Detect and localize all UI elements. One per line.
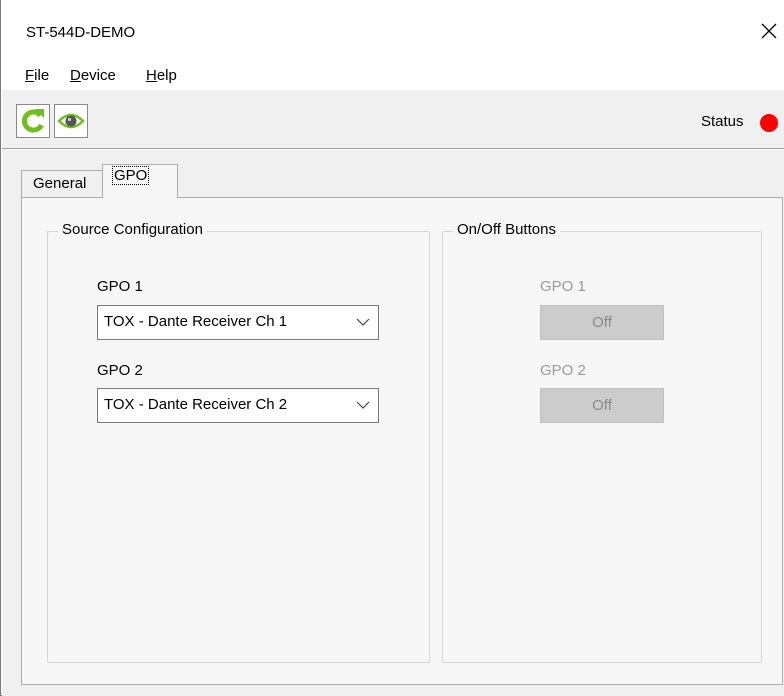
source-configuration-title: Source Configuration: [58, 221, 207, 238]
menu-device[interactable]: Device: [70, 67, 116, 84]
window-title: ST-544D-DEMO: [26, 24, 136, 41]
chevron-down-icon: [356, 318, 370, 326]
gpo2-onoff-label: GPO 2: [540, 362, 586, 379]
gpo1-off-button[interactable]: Off: [540, 305, 664, 340]
onoff-buttons-group: On/Off Buttons GPO 1 Off GPO 2 Off: [442, 221, 762, 663]
close-icon: [761, 23, 777, 39]
gpo2-source-select[interactable]: TOX - Dante Receiver Ch 2: [97, 388, 379, 423]
toolbar: Status: [2, 90, 784, 149]
refresh-button[interactable]: [16, 104, 50, 138]
tab-general-label: General: [33, 175, 87, 192]
tab-gpo[interactable]: GPO: [102, 164, 178, 198]
tab-page-gpo: Source Configuration GPO 1 TOX - Dante R…: [21, 197, 783, 685]
view-button[interactable]: [54, 104, 88, 138]
source-configuration-group: Source Configuration GPO 1 TOX - Dante R…: [47, 221, 430, 663]
onoff-buttons-title: On/Off Buttons: [453, 221, 560, 238]
tab-general[interactable]: General: [21, 170, 103, 197]
eye-icon: [57, 113, 85, 129]
refresh-icon: [21, 109, 44, 133]
title-bar: ST-544D-DEMO: [1, 0, 784, 62]
gpo2-off-button[interactable]: Off: [540, 388, 664, 423]
gpo1-off-button-label: Off: [592, 314, 612, 331]
close-button[interactable]: [756, 18, 782, 44]
tab-gpo-label: GPO: [111, 166, 150, 185]
gpo1-onoff-label: GPO 1: [540, 278, 586, 295]
app-window: ST-544D-DEMO File Device Help Status Gen…: [0, 0, 784, 696]
gpo1-source-label: GPO 1: [97, 278, 143, 295]
menu-file[interactable]: File: [25, 67, 49, 84]
status-indicator: [760, 114, 778, 132]
chevron-down-icon: [356, 401, 370, 409]
menu-help[interactable]: Help: [146, 67, 177, 84]
gpo1-source-select[interactable]: TOX - Dante Receiver Ch 1: [97, 305, 379, 340]
menu-bar: File Device Help: [1, 62, 784, 90]
gpo2-source-value: TOX - Dante Receiver Ch 2: [104, 396, 288, 413]
gpo1-source-value: TOX - Dante Receiver Ch 1: [104, 313, 288, 330]
gpo2-off-button-label: Off: [592, 397, 612, 414]
gpo2-source-label: GPO 2: [97, 362, 143, 379]
status-label: Status: [701, 113, 744, 130]
